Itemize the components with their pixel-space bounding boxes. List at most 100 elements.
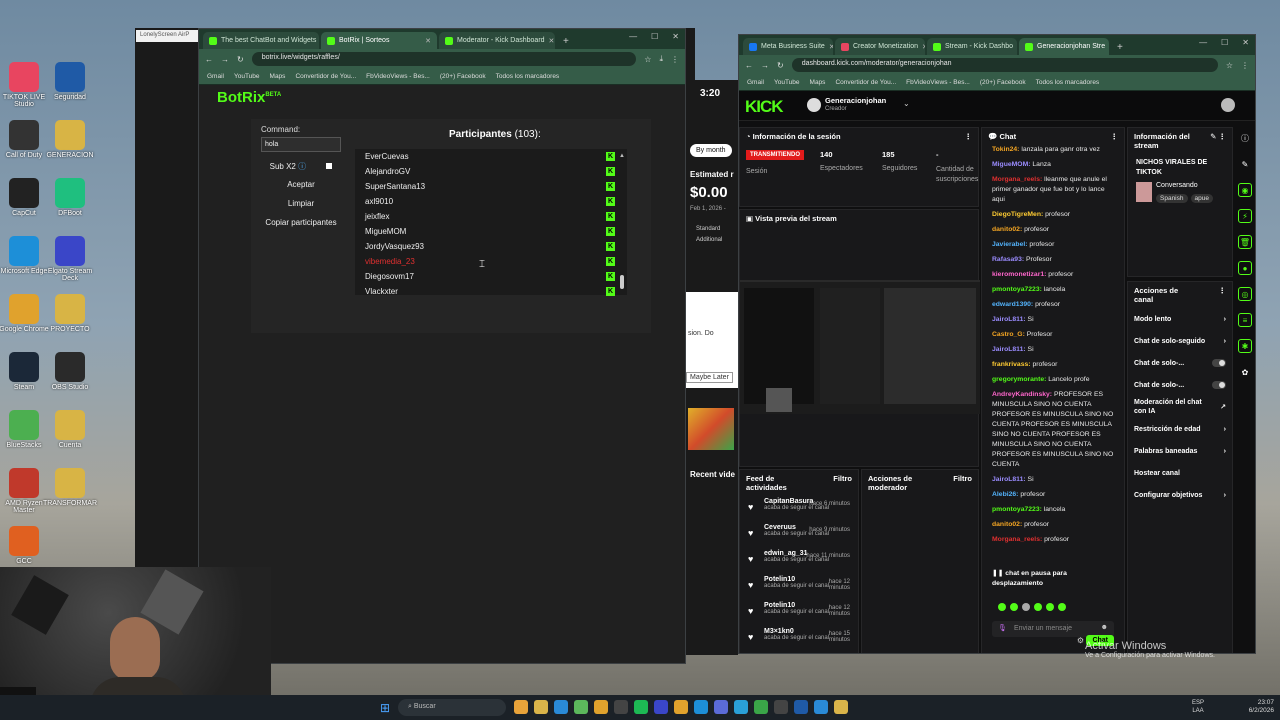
participant-row[interactable]: AlejandroGV K <box>355 164 627 179</box>
sub-x2-checkbox[interactable] <box>326 163 333 169</box>
chat-message[interactable]: JairoL811: Si <box>982 475 1124 485</box>
minimize-icon[interactable]: — <box>629 32 637 41</box>
bookmark-link[interactable]: YouTube <box>234 73 260 80</box>
desktop-icon[interactable]: Elgato Stream Deck <box>40 236 100 282</box>
chat-message[interactable]: gregorymorante: Lancelo profe <box>982 375 1124 385</box>
chat-message[interactable]: edward1390: profesor <box>982 300 1124 310</box>
reload-icon[interactable]: ↻ <box>777 61 784 70</box>
chat-username[interactable]: pmontoya7223: <box>992 286 1042 293</box>
channel-action-item[interactable]: Chat de solo-seguido › <box>1128 330 1232 352</box>
feed-item[interactable]: ♥ edwin_ag_31 acaba de seguir el canal hace… <box>740 550 858 576</box>
participant-row[interactable]: axl9010 K <box>355 194 627 209</box>
feed-item[interactable]: ♥ Ceveruus acaba de seguir el canal hace 9 … <box>740 524 858 550</box>
chat-message[interactable]: Javierabel: profesor <box>982 240 1124 250</box>
chat-username[interactable]: JairoL811: <box>992 316 1026 323</box>
taskbar-app-icon[interactable] <box>574 700 588 714</box>
forward-icon[interactable]: → <box>761 61 769 70</box>
new-tab-icon[interactable]: + <box>1111 42 1129 55</box>
star-icon[interactable]: ☆ <box>644 55 651 64</box>
chat-username[interactable]: MigueMOM: <box>992 161 1031 168</box>
browser-tab[interactable]: The best ChatBot and Widgets✕ <box>203 32 319 49</box>
emoji-icon[interactable]: ☻ <box>1101 624 1108 631</box>
clock[interactable]: 23:07 6/2/2026 <box>1228 699 1274 715</box>
chat-username[interactable]: DiegoTigreMen: <box>992 211 1043 218</box>
lonelyscreen-tab[interactable]: LonelyScreen AirP <box>136 30 200 42</box>
channel-name[interactable]: Generacionjohan <box>825 96 886 105</box>
channel-action-item[interactable]: Moderación del chat con IA ↗ <box>1128 396 1232 418</box>
channel-actions-more-icon[interactable]: ⋮ <box>1219 286 1227 295</box>
chat-message[interactable]: Alebi26: profesor <box>982 490 1124 500</box>
taskbar-app-icon[interactable] <box>694 700 708 714</box>
chat-username[interactable]: Morgana_reels: <box>992 536 1042 543</box>
by-month-button[interactable]: By month <box>690 144 732 157</box>
browser-tab[interactable]: Meta Business Suite ✕ <box>743 38 833 55</box>
taskbar-app-icon[interactable] <box>734 700 748 714</box>
taskbar-app-icon[interactable] <box>754 700 768 714</box>
info-icon[interactable]: ⓘ <box>1238 131 1252 145</box>
more-icon[interactable]: ⋮ <box>965 132 973 141</box>
chat-message[interactable]: Castro_G: Profesor <box>982 330 1124 340</box>
chat-message[interactable]: MigueMOM: Lanza <box>982 160 1124 170</box>
browser-tab[interactable]: Stream - Kick Dashbo✕ <box>927 38 1017 55</box>
chevron-down-icon[interactable]: ⌄ <box>903 99 910 108</box>
chat-message[interactable]: pmontoya7223: lancela <box>982 505 1124 515</box>
language-indicator[interactable]: ESP LAA <box>1192 699 1204 715</box>
chat-username[interactable]: frankrivass: <box>992 361 1031 368</box>
bookmark-link[interactable]: Maps <box>810 79 826 86</box>
bookmark-link[interactable]: Gmail <box>747 79 764 86</box>
taskbar-app-icon[interactable] <box>514 700 528 714</box>
desktop-icon[interactable]: Cuenta <box>40 410 100 449</box>
channel-avatar[interactable] <box>807 98 821 112</box>
chat-messages[interactable]: Tokin24: lanzala para ganr otra vez Migue… <box>982 145 1124 565</box>
maximize-icon[interactable]: ☐ <box>651 32 658 41</box>
chat-message[interactable]: JairoL811: Si <box>982 345 1124 355</box>
chat-bubble-icon[interactable]: ● <box>1238 261 1252 275</box>
chat-username[interactable]: danito02: <box>992 226 1022 233</box>
wrench-icon[interactable]: ✱ <box>1238 339 1252 353</box>
chat-message[interactable]: danito02: profesor <box>982 520 1124 530</box>
toggle-switch[interactable] <box>1212 381 1226 389</box>
browser-tab[interactable]: Generacionjohan Stre✕ <box>1019 38 1109 55</box>
url-field[interactable]: botrix.live/widgets/raffles/ <box>251 52 637 66</box>
feed-item[interactable]: ♥ CapitanBasura acaba de seguir el canal ha… <box>740 498 858 524</box>
participant-row[interactable]: Diegosovm17 K <box>355 269 627 284</box>
channel-action-item[interactable]: Restricción de edad › <box>1128 418 1232 440</box>
bookmark-link[interactable]: Convertidor de You... <box>295 73 356 80</box>
trash-icon[interactable]: 🗑 <box>1238 235 1252 249</box>
taskbar-app-icon[interactable] <box>554 700 568 714</box>
accept-button[interactable]: Aceptar <box>261 180 341 189</box>
tab-close-icon[interactable]: ✕ <box>549 37 555 45</box>
feed-user[interactable]: Potelin10 <box>764 576 795 583</box>
tag-chip[interactable]: apue <box>1190 194 1213 203</box>
sub-x2-option[interactable]: Sub X2 ⓘ <box>261 161 341 172</box>
channel-action-item[interactable]: Chat de solo-... <box>1128 352 1232 374</box>
bookmark-link[interactable]: Todos los marcadores <box>1036 79 1100 86</box>
tab-close-icon[interactable]: ✕ <box>425 37 431 45</box>
bookmark-link[interactable]: Todos los marcadores <box>496 73 560 80</box>
participant-row[interactable]: SuperSantana13 K <box>355 179 627 194</box>
chat-username[interactable]: JairoL811: <box>992 476 1026 483</box>
chat-username[interactable]: Tokin24: <box>992 146 1019 153</box>
taskbar-app-icon[interactable] <box>674 700 688 714</box>
channel-action-item[interactable]: Hostear canal <box>1128 462 1232 484</box>
feed-item[interactable]: ♥ Potelin10 acaba de seguir el canal hace 1… <box>740 602 858 628</box>
kick-url-field[interactable]: dashboard.kick.com/moderator/generacionj… <box>791 58 1218 72</box>
bookmark-link[interactable]: Maps <box>270 73 286 80</box>
taskbar-app-icon[interactable] <box>634 700 648 714</box>
edit-pencil-icon[interactable]: ✎ ⋮ <box>1210 132 1226 141</box>
tab-close-icon[interactable]: ✕ <box>922 43 925 51</box>
bookmark-link[interactable]: Gmail <box>207 73 224 80</box>
feed-item[interactable]: ♥ M3×1kn0 acaba de seguir el canal hace 15 … <box>740 628 858 653</box>
participants-scrollbar[interactable]: ▲ <box>619 153 625 295</box>
chat-username[interactable]: gregorymorante: <box>992 376 1046 383</box>
participant-row[interactable]: Vlackxter K <box>355 284 627 299</box>
chat-message[interactable]: JairoL811: Si <box>982 315 1124 325</box>
desktop-icon[interactable]: TRANSFORMAR <box>40 468 100 507</box>
desktop-icon[interactable]: GCC <box>0 526 54 565</box>
chat-message[interactable]: Tokin24: lanzala para ganr otra vez <box>982 145 1124 155</box>
channel-action-item[interactable]: Configurar objetivos › <box>1128 484 1232 506</box>
pencil-icon[interactable]: ✎ <box>1238 157 1252 171</box>
star-icon[interactable]: ☆ <box>1226 61 1233 70</box>
bolt-icon[interactable]: ⚡ <box>1238 209 1252 223</box>
tab-close-icon[interactable]: ✕ <box>829 43 833 51</box>
